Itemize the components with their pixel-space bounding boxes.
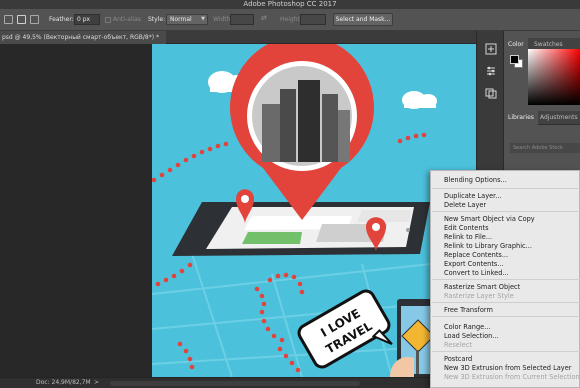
swap-width-height-icon[interactable]: ⇄ [261, 14, 267, 22]
tab-adjustments[interactable]: Adjustments [536, 111, 580, 125]
menu-item-rasterize-smart-object[interactable]: Rasterize Smart Object [444, 283, 520, 291]
status-menu-arrow[interactable]: > [94, 378, 99, 388]
menu-separator [432, 351, 580, 352]
new-selection-icon[interactable] [4, 15, 13, 24]
workspace: I LOVE TRAVEL [0, 44, 476, 377]
menu-item-free-transform[interactable]: Free Transform [444, 306, 493, 314]
menu-item-relink-to-file[interactable]: Relink to File... [444, 233, 492, 241]
menu-item-rasterize-layer-style: Rasterize Layer Style [444, 292, 514, 300]
menu-item-new-3d-extrusion-current-selection: New 3D Extrusion from Current Selection [444, 373, 580, 381]
style-select-value: Normal [170, 16, 192, 23]
options-bar: Feather: 0 px Anti-alias Style: Normal ▼… [0, 9, 580, 31]
document-tab[interactable]: psd @ 49,5% (Векторный смарт-объект, RGB… [0, 31, 166, 44]
document-canvas[interactable]: I LOVE TRAVEL [152, 44, 476, 377]
chevron-down-icon: ▼ [201, 16, 205, 22]
intersect-selection-icon[interactable] [30, 15, 39, 24]
menu-separator [432, 302, 580, 303]
add-to-selection-icon[interactable] [17, 15, 26, 24]
anti-alias-checkbox[interactable] [105, 17, 111, 23]
tab-libraries[interactable]: Libraries [504, 111, 538, 125]
title-bar: Adobe Photoshop CC 2017 [0, 0, 580, 9]
cloud-right [402, 91, 437, 109]
height-label: Height: [280, 16, 302, 23]
menu-item-edit-contents[interactable]: Edit Contents [444, 224, 489, 232]
feather-label: Feather: [49, 16, 74, 23]
color-picker-field[interactable] [528, 49, 580, 105]
libraries-panel-tabs: Libraries Adjustments [504, 111, 580, 125]
anti-alias-label: Anti-alias [113, 16, 141, 23]
menu-item-load-selection[interactable]: Load Selection... [444, 332, 499, 340]
menu-item-replace-contents[interactable]: Replace Contents... [444, 251, 508, 259]
i-love-travel-sign: I LOVE TRAVEL [297, 289, 393, 369]
menu-item-blending-options[interactable]: Blending Options... [444, 176, 507, 184]
feather-input[interactable]: 0 px [74, 14, 100, 25]
library-search-input[interactable]: Search Adobe Stock [510, 143, 580, 153]
select-and-mask-button[interactable]: Select and Mask... [333, 13, 393, 26]
artwork: I LOVE TRAVEL [152, 44, 476, 377]
menu-separator [432, 279, 580, 280]
menu-item-relink-to-library-graphic[interactable]: Relink to Library Graphic... [444, 242, 532, 250]
style-select[interactable]: Normal ▼ [166, 14, 208, 25]
height-input[interactable] [300, 14, 326, 25]
layer-context-menu: Blending Options... Duplicate Layer... D… [430, 170, 580, 388]
doc-size-readout[interactable]: Doc: 24,9M/82,7M [36, 378, 91, 388]
window-title: Adobe Photoshop CC 2017 [243, 0, 337, 8]
paths-panel-icon[interactable] [485, 87, 497, 99]
menu-item-export-contents[interactable]: Export Contents... [444, 260, 504, 268]
menu-item-new-smart-object-via-copy[interactable]: New Smart Object via Copy [444, 215, 535, 223]
photoshop-window: Adobe Photoshop CC 2017 Feather: 0 px An… [0, 0, 580, 388]
status-bar: Doc: 24,9M/82,7M > [0, 377, 476, 388]
tab-color[interactable]: Color [504, 38, 528, 52]
foreground-color-swatch[interactable] [510, 55, 519, 64]
menu-separator [432, 316, 580, 317]
menu-item-delete-layer[interactable]: Delete Layer [444, 201, 486, 209]
menu-item-duplicate-layer[interactable]: Duplicate Layer... [444, 192, 502, 200]
menu-item-color-range[interactable]: Color Range... [444, 323, 491, 331]
style-label: Style: [148, 16, 166, 23]
menu-item-postcard[interactable]: Postcard [444, 355, 472, 363]
menu-separator [432, 188, 580, 189]
menu-separator [432, 211, 580, 212]
history-panel-icon[interactable] [485, 43, 497, 55]
horizontal-scrollbar[interactable] [110, 381, 360, 386]
document-tab-label: psd @ 49,5% (Векторный смарт-объект, RGB… [2, 34, 159, 41]
width-input[interactable] [230, 14, 254, 25]
menu-item-new-3d-extrusion-selected-layer[interactable]: New 3D Extrusion from Selected Layer [444, 364, 571, 372]
adjustments-panel-icon[interactable] [485, 65, 497, 77]
menu-item-convert-to-linked[interactable]: Convert to Linked... [444, 269, 509, 277]
menu-item-reselect: Reselect [444, 341, 472, 349]
